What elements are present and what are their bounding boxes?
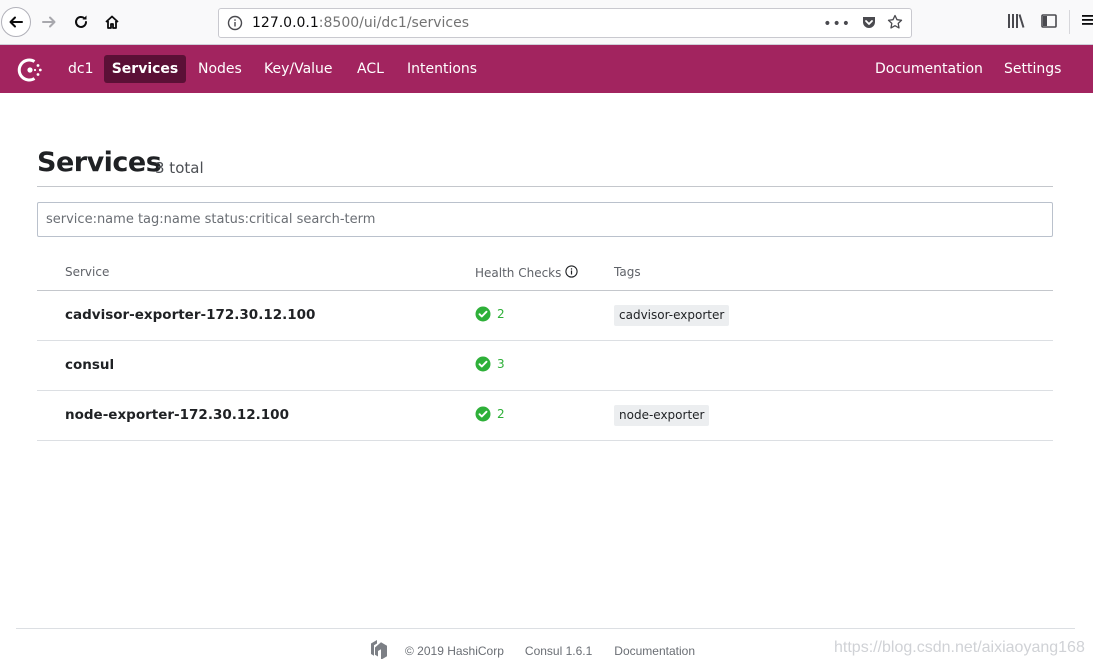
reload-icon: [75, 15, 87, 28]
service-tag: cadvisor-exporter: [614, 305, 730, 326]
nav-item-nodes[interactable]: Nodes: [186, 55, 254, 83]
table-row[interactable]: consul 3: [37, 341, 1053, 391]
column-header-tags: Tags: [614, 265, 641, 279]
check-circle-icon: [475, 356, 491, 372]
footer-copyright: © 2019 HashiCorp: [405, 643, 504, 658]
nav-item-intentions[interactable]: Intentions: [395, 55, 489, 83]
url-bar[interactable]: 127.0.0.1:8500/ui/dc1/services •••: [218, 8, 912, 38]
sidebar-toggle-icon[interactable]: [1040, 12, 1058, 30]
health-checks-cell: 2: [475, 306, 505, 322]
library-icon[interactable]: [1006, 12, 1026, 30]
footer-version: Consul 1.6.1: [524, 643, 593, 658]
column-header-health-checks: Health Checks: [475, 265, 579, 281]
column-header-service: Service: [65, 265, 110, 279]
info-icon[interactable]: [565, 265, 579, 281]
back-button[interactable]: [1, 7, 31, 37]
home-icon: [105, 15, 119, 29]
service-tag: node-exporter: [614, 405, 710, 426]
url-text[interactable]: 127.0.0.1:8500/ui/dc1/services: [252, 15, 469, 31]
table-row[interactable]: node-exporter-172.30.12.100 2 node-expor…: [37, 391, 1053, 441]
pocket-icon[interactable]: [861, 14, 877, 34]
passing-checks-count: 2: [497, 407, 505, 421]
search-input[interactable]: [37, 202, 1053, 237]
page-title: Services: [37, 147, 162, 178]
nav-item-key-value[interactable]: Key/Value: [252, 55, 345, 83]
forward-button[interactable]: [34, 7, 64, 37]
footer-documentation-link[interactable]: Documentation: [614, 644, 695, 658]
home-button[interactable]: [97, 7, 127, 37]
url-path: :8500/ui/dc1/services: [318, 15, 469, 31]
browser-toolbar: 127.0.0.1:8500/ui/dc1/services •••: [0, 0, 1093, 45]
back-arrow-icon: [9, 16, 23, 28]
hamburger-menu-icon[interactable]: [1080, 12, 1093, 28]
forward-arrow-icon: [42, 16, 56, 28]
services-count: 3 total: [155, 159, 204, 177]
footer-divider: [16, 628, 1075, 629]
service-name-link[interactable]: consul: [65, 357, 114, 373]
passing-checks-count: 3: [497, 357, 505, 371]
check-circle-icon: [475, 406, 491, 422]
health-checks-cell: 3: [475, 356, 505, 372]
datacenter-selector[interactable]: dc1: [56, 55, 106, 83]
nav-item-acl[interactable]: ACL: [345, 55, 396, 83]
check-circle-icon: [475, 306, 491, 322]
table-row[interactable]: cadvisor-exporter-172.30.12.100 2 cadvis…: [37, 291, 1053, 341]
title-divider: [37, 186, 1053, 187]
nav-item-services[interactable]: Services: [104, 55, 186, 83]
url-host: 127.0.0.1: [252, 15, 319, 31]
site-info-icon[interactable]: [227, 15, 243, 35]
health-checks-cell: 2: [475, 406, 505, 422]
page-actions-menu-icon[interactable]: •••: [823, 16, 851, 32]
toolbar-separator: [1069, 10, 1070, 34]
passing-checks-count: 2: [497, 307, 505, 321]
reload-button[interactable]: [66, 7, 96, 37]
main-navigation: dc1 Services Nodes Key/Value ACL Intenti…: [0, 45, 1093, 93]
consul-logo-icon[interactable]: [15, 55, 45, 85]
health-checks-label: Health Checks: [475, 266, 562, 280]
page-footer: © 2019 HashiCorp Consul 1.6.1 Documentat…: [369, 639, 695, 662]
bookmark-star-icon[interactable]: [887, 14, 903, 34]
nav-item-settings[interactable]: Settings: [992, 55, 1073, 83]
service-name-link[interactable]: node-exporter-172.30.12.100: [65, 407, 289, 423]
nav-item-documentation[interactable]: Documentation: [863, 55, 995, 83]
service-name-link[interactable]: cadvisor-exporter-172.30.12.100: [65, 307, 315, 323]
watermark-text: https://blog.csdn.net/aixiaoyang168: [834, 639, 1085, 656]
hashicorp-logo-icon: [369, 639, 389, 662]
